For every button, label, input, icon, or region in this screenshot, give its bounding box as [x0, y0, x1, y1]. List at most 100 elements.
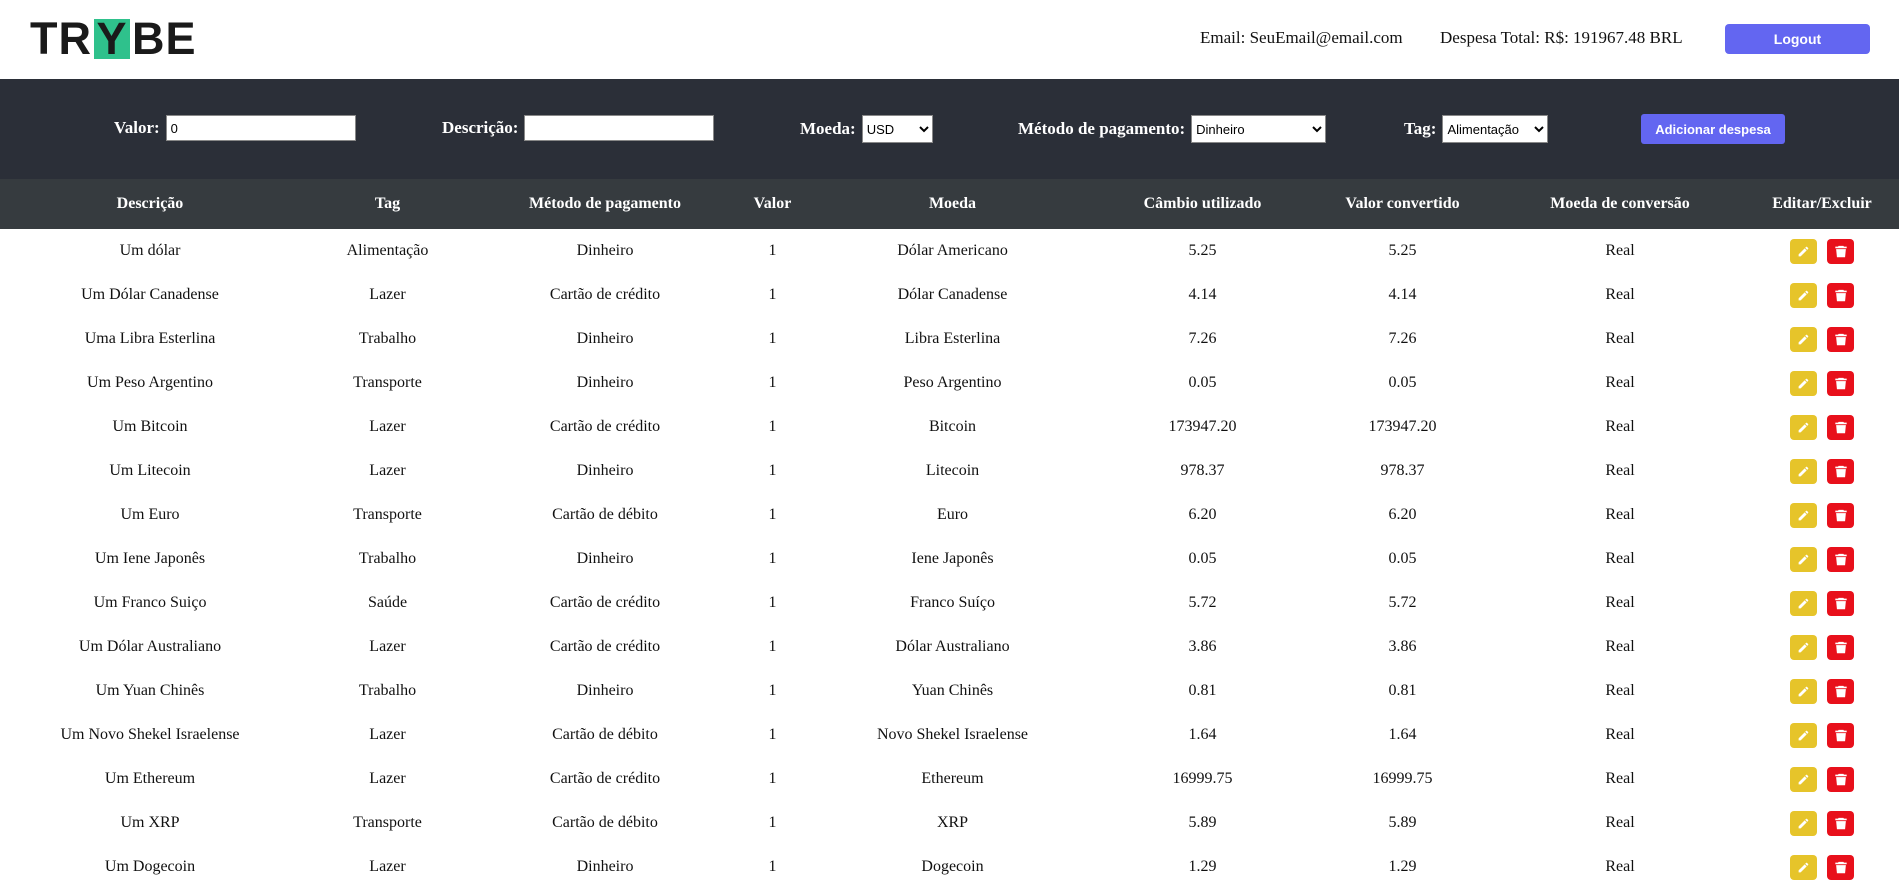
pencil-icon — [1797, 421, 1810, 434]
row-actions — [1745, 238, 1899, 264]
actions-cell — [1745, 625, 1899, 669]
moeda-select[interactable]: USD — [861, 115, 933, 143]
expenses-table: Descrição Tag Método de pagamento Valor Moed… — [0, 179, 1899, 889]
actions-cell — [1745, 713, 1899, 757]
valor-label: Valor: — [114, 118, 160, 137]
edit-button[interactable] — [1790, 458, 1817, 484]
delete-button[interactable] — [1827, 722, 1854, 748]
delete-button[interactable] — [1827, 678, 1854, 704]
table-cell: Trabalho — [358, 550, 417, 567]
valor-input[interactable] — [165, 115, 356, 141]
pencil-icon — [1797, 817, 1810, 830]
table-cell: Um Dogecoin — [104, 858, 196, 875]
table-row: Um Euro Transporte Cartão de débito 1 Euro 6.… — [0, 493, 1899, 537]
table-cell: 7.26 — [1188, 330, 1217, 347]
edit-button[interactable] — [1790, 678, 1817, 704]
edit-button[interactable] — [1790, 722, 1817, 748]
table-cell: Transporte — [353, 506, 422, 523]
delete-button[interactable] — [1827, 326, 1854, 352]
table-cell: 4.14 — [1188, 286, 1217, 303]
user-email: Email: SeuEmail@email.com — [1200, 28, 1403, 47]
delete-button[interactable] — [1827, 502, 1854, 528]
actions-cell — [1745, 273, 1899, 317]
delete-button[interactable] — [1827, 854, 1854, 880]
edit-button[interactable] — [1790, 238, 1817, 264]
table-cell: 0.05 — [1388, 550, 1417, 567]
table-cell: 1 — [768, 638, 777, 655]
descricao-input[interactable] — [524, 115, 715, 141]
table-cell: Transporte — [353, 814, 422, 831]
table-cell: Real — [1605, 550, 1635, 567]
edit-button[interactable] — [1790, 590, 1817, 616]
table-cell: Peso Argentino — [903, 374, 1002, 391]
edit-button[interactable] — [1790, 414, 1817, 440]
trybe-logo: TR Y BE — [30, 13, 197, 64]
trash-icon — [1834, 465, 1847, 478]
row-actions — [1745, 766, 1899, 792]
table-cell: 5.72 — [1188, 594, 1217, 611]
table-cell: Euro — [936, 506, 969, 523]
table-cell: 1.29 — [1188, 858, 1217, 875]
row-actions — [1745, 634, 1899, 660]
table-cell: Cartão de débito — [552, 506, 658, 523]
logout-button[interactable]: Logout — [1725, 24, 1870, 54]
trash-icon — [1834, 333, 1847, 346]
table-cell: Real — [1605, 242, 1635, 259]
edit-button[interactable] — [1790, 766, 1817, 792]
table-cell: 5.25 — [1188, 242, 1217, 259]
table-cell: Dinheiro — [576, 858, 634, 875]
edit-button[interactable] — [1790, 282, 1817, 308]
edit-button[interactable] — [1790, 326, 1817, 352]
table-cell: Um Peso Argentino — [87, 374, 213, 391]
table-cell: Dinheiro — [576, 550, 634, 567]
delete-button[interactable] — [1827, 634, 1854, 660]
delete-button[interactable] — [1827, 414, 1854, 440]
table-row: Um Dogecoin Lazer Dinheiro 1 Dogecoin 1.29 1.2… — [0, 845, 1899, 889]
delete-button[interactable] — [1827, 282, 1854, 308]
table-row: Um Yuan Chinês Trabalho Dinheiro 1 Yuan Chin… — [0, 669, 1899, 713]
delete-button[interactable] — [1827, 590, 1854, 616]
edit-button[interactable] — [1790, 546, 1817, 572]
table-cell: Cartão de crédito — [549, 638, 661, 655]
tag-label: Tag: — [1404, 119, 1437, 138]
table-cell: Dinheiro — [576, 330, 634, 347]
pencil-icon — [1797, 729, 1810, 742]
table-cell: 1.64 — [1388, 726, 1417, 743]
table-cell: Trabalho — [358, 682, 417, 699]
edit-button[interactable] — [1790, 634, 1817, 660]
table-cell: 5.89 — [1388, 814, 1417, 831]
table-cell: Lazer — [369, 418, 406, 435]
expense-form: Valor: Descrição: Moeda: USD Método de p… — [0, 79, 1899, 179]
row-actions — [1745, 282, 1899, 308]
delete-button[interactable] — [1827, 458, 1854, 484]
table-row: Um XRP Transporte Cartão de débito 1 XRP 5.89… — [0, 801, 1899, 845]
table-cell: Dólar Australiano — [895, 638, 1010, 655]
column-header: Descrição — [116, 195, 184, 212]
table-cell: Iene Japonês — [911, 550, 994, 567]
table-cell: 978.37 — [1180, 462, 1225, 479]
metodo-select[interactable]: Dinheiro — [1191, 115, 1327, 143]
delete-button[interactable] — [1827, 238, 1854, 264]
tag-select[interactable]: Alimentação — [1442, 115, 1549, 143]
table-cell: 16999.75 — [1172, 770, 1233, 787]
edit-button[interactable] — [1790, 810, 1817, 836]
trash-icon — [1834, 641, 1847, 654]
table-row: Um Litecoin Lazer Dinheiro 1 Litecoin 978.37 9… — [0, 449, 1899, 493]
delete-button[interactable] — [1827, 370, 1854, 396]
table-cell: 0.05 — [1188, 550, 1217, 567]
table-cell: 1 — [768, 550, 777, 567]
table-cell: 1.64 — [1188, 726, 1217, 743]
table-cell: Lazer — [369, 462, 406, 479]
edit-button[interactable] — [1790, 502, 1817, 528]
moeda-field: Moeda: USD — [800, 115, 933, 143]
edit-button[interactable] — [1790, 854, 1817, 880]
delete-button[interactable] — [1827, 810, 1854, 836]
add-expense-button[interactable]: Adicionar despesa — [1641, 114, 1785, 144]
table-cell: 0.05 — [1188, 374, 1217, 391]
delete-button[interactable] — [1827, 546, 1854, 572]
table-cell: Real — [1605, 858, 1635, 875]
delete-button[interactable] — [1827, 766, 1854, 792]
edit-button[interactable] — [1790, 370, 1817, 396]
table-cell: Cartão de débito — [552, 814, 658, 831]
table-cell: Dinheiro — [576, 242, 634, 259]
